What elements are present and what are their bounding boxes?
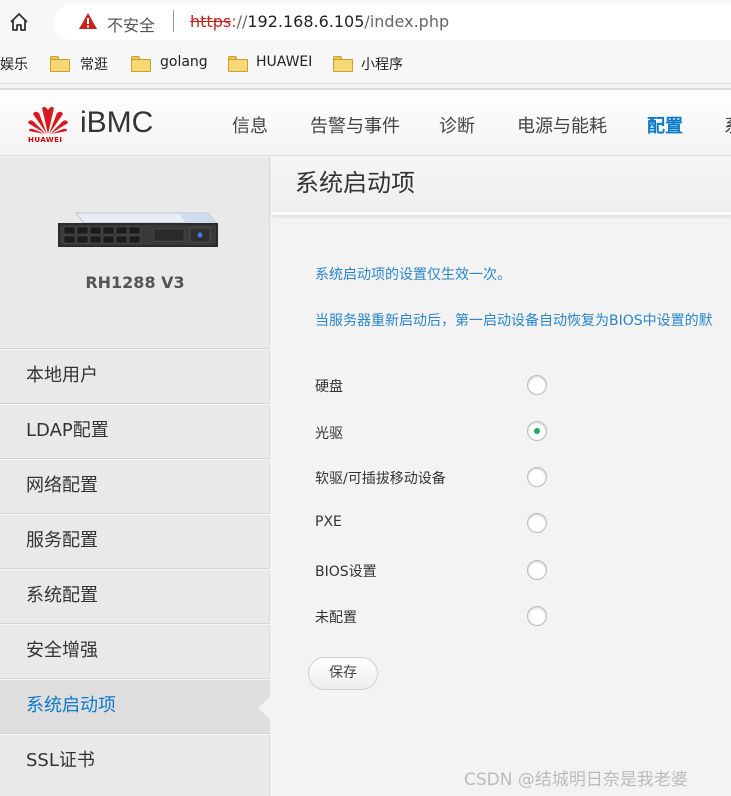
page-title-bar: 系统启动项 — [271, 157, 731, 215]
sidebar-item-services[interactable]: 服务配置 — [0, 513, 270, 568]
bookmark-label: 娱乐 — [0, 57, 28, 73]
sidebar-item-ssl[interactable]: SSL证书 — [0, 733, 270, 788]
active-indicator-arrow — [258, 696, 271, 720]
radio-bios[interactable] — [527, 560, 547, 580]
folder-icon — [50, 56, 70, 72]
url-divider — [173, 10, 174, 32]
nav-power-energy[interactable]: 电源与能耗 — [517, 112, 607, 138]
nav-alarms-events[interactable]: 告警与事件 — [310, 112, 400, 138]
server-model: RH1288 V3 — [85, 273, 185, 292]
option-label-pxe: PXE — [315, 514, 342, 530]
option-label-hdd: 硬盘 — [315, 379, 343, 395]
browser-address-bar: 不安全 https://192.168.6.105/index.php — [0, 0, 731, 44]
nav-system[interactable]: 系 — [724, 112, 731, 138]
security-status-label[interactable]: 不安全 — [107, 12, 155, 36]
bookmark-huawei[interactable]: HUAWEI — [228, 54, 318, 76]
folder-icon — [228, 56, 248, 72]
home-icon[interactable] — [8, 11, 30, 33]
nav-config[interactable]: 配置 — [647, 112, 683, 138]
folder-icon — [333, 56, 353, 72]
info-text-restore: 当服务器重新启动后，第一启动设备自动恢复为BIOS中设置的默 — [315, 313, 713, 329]
ibmc-logo-text: iBMC — [80, 106, 154, 139]
bookmark-label: 小程序 — [361, 57, 403, 73]
option-label-bios: BIOS设置 — [315, 564, 377, 580]
url-text[interactable]: https://192.168.6.105/index.php — [190, 12, 449, 31]
url-field[interactable]: 不安全 https://192.168.6.105/index.php — [54, 4, 731, 40]
bookmark-yule[interactable]: 娱乐 — [0, 54, 40, 76]
bookmark-label: 常逛 — [80, 57, 108, 73]
watermark-text: CSDN @结城明日奈是我老婆 — [464, 770, 688, 790]
main-content: 系统启动项 系统启动项的设置仅生效一次。 当服务器重新启动后，第一启动设备自动恢… — [271, 157, 731, 796]
url-host: 192.168.6.105 — [247, 12, 365, 31]
bookmark-xiaochengxu[interactable]: 小程序 — [333, 54, 413, 76]
option-label-cdrom: 光驱 — [315, 426, 343, 442]
bookmark-label: HUAWEI — [256, 54, 313, 70]
url-protocol: https — [190, 12, 232, 31]
folder-icon — [131, 56, 151, 72]
url-separator: :// — [231, 12, 248, 31]
radio-pxe[interactable] — [527, 513, 547, 533]
ibmc-header: HUAWEI iBMC 信息 告警与事件 诊断 电源与能耗 配置 系 — [0, 88, 731, 156]
warning-icon[interactable] — [78, 12, 98, 30]
sidebar: RH1288 V3 本地用户 LDAP配置 网络配置 服务配置 系统配置 安全增… — [0, 157, 271, 796]
option-label-none: 未配置 — [315, 610, 357, 626]
sidebar-item-network[interactable]: 网络配置 — [0, 458, 270, 513]
huawei-brand-text: HUAWEI — [28, 136, 63, 144]
info-text-once: 系统启动项的设置仅生效一次。 — [315, 267, 511, 283]
sidebar-item-ldap[interactable]: LDAP配置 — [0, 403, 270, 458]
nav-info[interactable]: 信息 — [232, 112, 268, 138]
sidebar-item-security[interactable]: 安全增强 — [0, 623, 270, 678]
page-title: 系统启动项 — [295, 169, 415, 197]
sidebar-item-boot-options[interactable]: 系统启动项 — [0, 678, 270, 733]
nav-diagnostics[interactable]: 诊断 — [439, 112, 475, 138]
radio-floppy[interactable] — [527, 467, 547, 487]
sidebar-item-system[interactable]: 系统配置 — [0, 568, 270, 623]
radio-selected-dot — [534, 428, 540, 434]
radio-none[interactable] — [527, 606, 547, 626]
sidebar-item-local-users[interactable]: 本地用户 — [0, 348, 270, 403]
radio-hdd[interactable] — [527, 375, 547, 395]
bookmark-golang[interactable]: golang — [131, 54, 211, 76]
bookmark-label: golang — [160, 54, 208, 70]
radio-cdrom[interactable] — [527, 421, 547, 441]
bookmarks-bar: 娱乐 常逛 golang HUAWEI 小程序 — [0, 44, 731, 84]
bookmark-changguang[interactable]: 常逛 — [50, 54, 120, 76]
url-path: /index.php — [364, 12, 450, 31]
server-image — [58, 212, 218, 247]
option-label-floppy: 软驱/可插拔移动设备 — [315, 471, 446, 487]
huawei-logo-icon — [28, 106, 68, 134]
save-button[interactable]: 保存 — [308, 657, 378, 690]
